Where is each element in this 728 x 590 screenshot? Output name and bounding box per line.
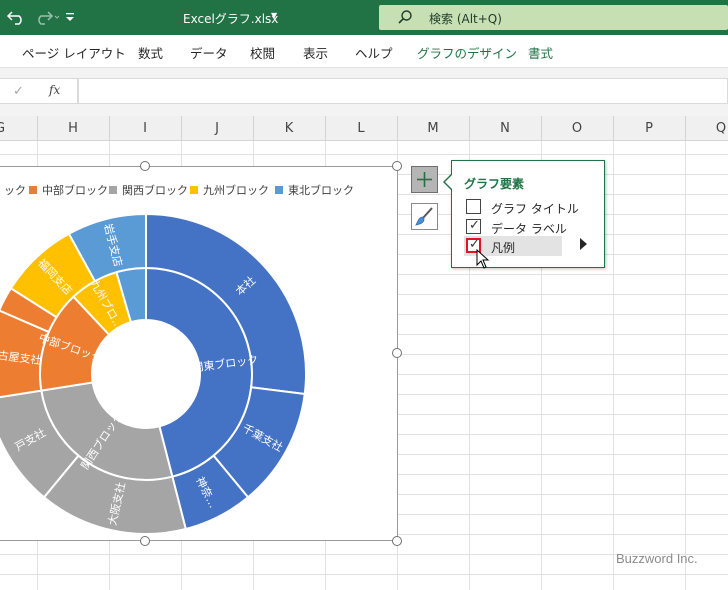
mouse-cursor-icon [476, 249, 490, 269]
column-header-l[interactable]: L [325, 121, 397, 136]
undo-icon[interactable] [6, 8, 28, 26]
tab-help[interactable]: ヘルプ [355, 43, 393, 62]
chart-styles-button[interactable] [411, 203, 438, 230]
ribbon-tabs: ページ レイアウト 数式 データ 校閲 表示 ヘルプ グラフのデザイン 書式 [0, 35, 728, 68]
chart-element-label: 凡例 [491, 241, 516, 255]
column-header-m[interactable]: M [397, 121, 469, 136]
formula-input[interactable] [78, 78, 728, 104]
column-header-q[interactable]: Q [685, 121, 728, 136]
customize-quick-access-icon[interactable] [64, 10, 76, 24]
document-title[interactable]: Excelグラフ.xlsx [183, 10, 278, 27]
formula-buttons: ✓ fx [0, 78, 78, 104]
column-header-h[interactable]: H [37, 121, 109, 136]
column-header-i[interactable]: I [109, 121, 181, 136]
tab-view[interactable]: 表示 [303, 43, 328, 62]
chart-element-data-labels[interactable]: ✓ データ ラベル [464, 217, 594, 237]
search-icon [398, 10, 412, 24]
column-header-k[interactable]: K [253, 121, 325, 136]
legend-options-arrow-icon[interactable] [580, 238, 587, 250]
column-header-p[interactable]: P [613, 121, 685, 136]
insert-function-icon[interactable]: fx [49, 83, 60, 97]
search-box[interactable]: 検索 (Alt+Q) [379, 5, 728, 30]
tab-page-layout[interactable]: ページ レイアウト [22, 43, 126, 62]
legend-entry[interactable]: ック [4, 184, 26, 197]
chart-element-label: データ ラベル [491, 222, 567, 236]
popup-title: グラフ要素 [464, 177, 525, 191]
checkbox-data-labels[interactable]: ✓ [466, 218, 481, 234]
brush-icon [415, 207, 433, 226]
formula-bar: ✓ fx [0, 68, 728, 116]
legend-swatch [29, 186, 37, 194]
column-headers: G H I J K L M N O P Q [0, 116, 728, 141]
tab-formulas[interactable]: 数式 [138, 43, 163, 62]
chart-legend[interactable]: ック 中部ブロック 関西ブロック 九州ブロック 東北ブロック [0, 183, 354, 197]
legend-entry[interactable]: 九州ブロック [203, 183, 269, 197]
chart-element-chart-title[interactable]: グラフ タイトル [464, 197, 594, 217]
chart-elements-popup: グラフ要素 グラフ タイトル ✓ データ ラベル ✓ 凡例 [443, 160, 605, 268]
resize-handle-top[interactable] [140, 161, 150, 171]
check-icon[interactable]: ✓ [13, 84, 24, 99]
tab-data[interactable]: データ [190, 43, 228, 62]
column-header-o[interactable]: O [541, 121, 613, 136]
column-header-n[interactable]: N [469, 121, 541, 136]
column-header-g[interactable]: G [0, 121, 36, 136]
watermark: Buzzword Inc. [616, 551, 698, 566]
legend-swatch [109, 186, 117, 194]
search-placeholder: 検索 (Alt+Q) [429, 12, 502, 26]
resize-handle-bottom-right[interactable] [392, 536, 402, 546]
chevron-down-icon[interactable]: ▼ [271, 11, 277, 20]
legend-swatch [190, 186, 198, 194]
resize-handle-right[interactable] [392, 348, 402, 358]
column-header-j[interactable]: J [181, 121, 253, 136]
legend-entry[interactable]: 東北ブロック [288, 183, 354, 197]
sunburst-doughnut-chart[interactable]: ック 中部ブロック 関西ブロック 九州ブロック 東北ブロック 関東ブロック関西ブロック中… [0, 167, 398, 541]
legend-entry[interactable]: 関西ブロック [122, 183, 188, 197]
resize-handle-top-right[interactable] [392, 161, 402, 171]
tab-review[interactable]: 校閲 [250, 43, 275, 62]
redo-icon[interactable] [34, 8, 60, 26]
check-icon: ✓ [469, 218, 480, 233]
resize-handle-bottom[interactable] [140, 536, 150, 546]
chart-element-label: グラフ タイトル [491, 202, 579, 216]
chart-elements-button[interactable] [411, 166, 438, 193]
chart-area[interactable]: ック 中部ブロック 関西ブロック 九州ブロック 東北ブロック 関東ブロック 関西ブロック中… [0, 166, 398, 541]
legend-entry[interactable]: 中部ブロック [42, 183, 108, 197]
legend-swatch [275, 186, 283, 194]
checkbox-chart-title[interactable] [466, 199, 481, 214]
tab-format[interactable]: 書式 [528, 43, 553, 62]
title-bar: Excelグラフ.xlsx ▼ 検索 (Alt+Q) [0, 0, 728, 35]
plus-icon [417, 172, 432, 187]
tab-chart-design[interactable]: グラフのデザイン [417, 43, 517, 62]
